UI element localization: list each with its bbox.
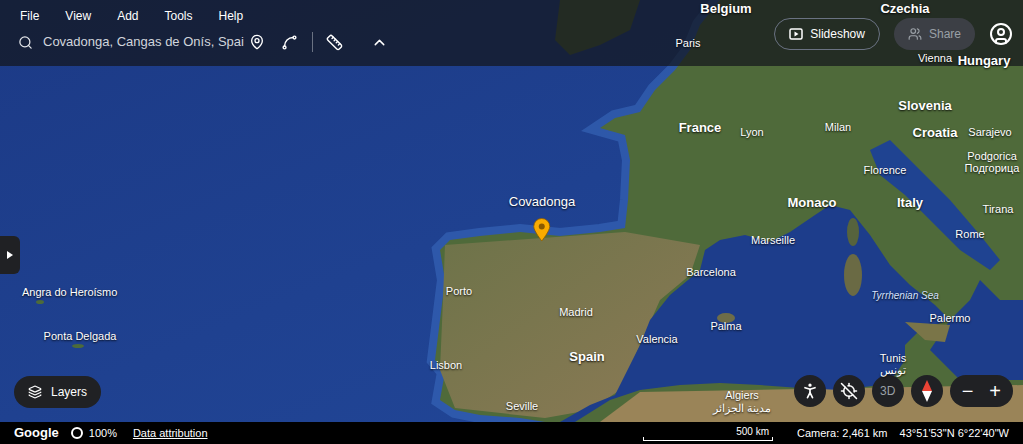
- share-button[interactable]: Share: [894, 18, 975, 50]
- menu-item[interactable]: Add: [117, 7, 138, 25]
- map-label[interactable]: Seville: [506, 400, 538, 412]
- street-view-button[interactable]: [794, 375, 826, 407]
- map-label[interactable]: Tirana: [983, 203, 1014, 215]
- google-earth-window: File View Add Tools Help Covadonga, Cangas de…: [0, 0, 1023, 444]
- expand-icon: [7, 251, 13, 259]
- map-label[interactable]: مدينة الجزائر: [713, 402, 771, 414]
- scale-line: [643, 437, 773, 441]
- zoom-control: −+: [950, 375, 1013, 407]
- map-label[interactable]: Croatia: [913, 126, 958, 140]
- scale-bar: 500 km: [643, 426, 773, 441]
- pegman-icon: [800, 381, 820, 401]
- slideshow-button[interactable]: Slideshow: [774, 18, 880, 50]
- map-label[interactable]: Spain: [569, 350, 604, 364]
- map-controls: 3D −+: [794, 375, 1013, 407]
- loading-icon: [71, 427, 83, 439]
- 3d-button[interactable]: 3D: [872, 375, 904, 407]
- menu-item[interactable]: Help: [219, 7, 244, 25]
- map-label[interactable]: Podgorica: [967, 150, 1017, 162]
- map-view[interactable]: File View Add Tools Help Covadonga, Cangas de…: [0, 0, 1023, 422]
- map-label[interactable]: Slovenia: [898, 99, 951, 113]
- location-off-icon: [840, 382, 858, 400]
- placemark-pin-icon[interactable]: [533, 218, 551, 242]
- share-icon: [908, 27, 922, 41]
- sidebar-toggle[interactable]: [0, 236, 20, 274]
- map-label[interactable]: Tyrrhenian Sea: [871, 290, 939, 301]
- map-label[interactable]: Valencia: [636, 333, 677, 345]
- map-label[interactable]: Florence: [864, 164, 907, 176]
- map-label[interactable]: Tunis: [880, 352, 907, 364]
- layers-button[interactable]: Layers: [14, 376, 101, 408]
- map-label[interactable]: Madrid: [559, 306, 593, 318]
- map-label[interactable]: Barcelona: [686, 266, 736, 278]
- map-label[interactable]: Rome: [955, 228, 984, 240]
- zoom-level: 100%: [89, 425, 117, 442]
- map-label[interactable]: Algiers: [725, 389, 759, 401]
- toolbar-divider: [312, 32, 313, 52]
- data-attribution-link[interactable]: Data attribution: [133, 425, 208, 442]
- map-label[interactable]: Подгорица: [965, 162, 1020, 174]
- map-label[interactable]: Sarajevo: [968, 126, 1011, 138]
- map-label[interactable]: Lisbon: [430, 359, 462, 371]
- map-label[interactable]: تونس: [880, 364, 906, 376]
- top-toolbar: File View Add Tools Help Covadonga, Cangas de…: [0, 0, 1023, 66]
- map-label[interactable]: Monaco: [787, 196, 836, 210]
- status-bar: Google 100% Data attribution 500 km Camera: …: [0, 422, 1023, 444]
- map-label[interactable]: Italy: [897, 196, 923, 210]
- map-label[interactable]: Ponta Delgada: [44, 330, 117, 342]
- map-label[interactable]: Milan: [825, 121, 851, 133]
- compass-icon: [922, 380, 932, 402]
- search-field[interactable]: Covadonga, Cangas de Onís, Spai: [43, 32, 243, 52]
- toolbar-right: Slideshow Share: [774, 18, 1013, 50]
- menu-item[interactable]: File: [20, 7, 39, 25]
- zoom-out-button[interactable]: −: [962, 381, 974, 401]
- map-label[interactable]: Porto: [446, 285, 472, 297]
- map-label[interactable]: Lyon: [740, 126, 763, 138]
- menu-item[interactable]: View: [65, 7, 91, 25]
- map-label[interactable]: Marseille: [751, 234, 795, 246]
- path-icon[interactable]: [281, 34, 298, 51]
- placemark-label[interactable]: Covadonga: [509, 192, 576, 212]
- map-label[interactable]: France: [679, 121, 722, 135]
- my-location-button[interactable]: [833, 375, 865, 407]
- placemark-icon[interactable]: [249, 34, 265, 50]
- account-icon[interactable]: [989, 22, 1013, 46]
- menu-item[interactable]: Tools: [165, 7, 193, 25]
- scale-label: 500 km: [736, 426, 773, 437]
- compass-button[interactable]: [911, 375, 943, 407]
- map-label[interactable]: Angra do Heroísmo: [22, 286, 92, 298]
- zoom-in-button[interactable]: +: [989, 381, 1001, 401]
- coordinates: 43°51'53"N 6°22'40"W: [900, 425, 1009, 442]
- map-label[interactable]: Palma: [710, 320, 741, 332]
- slideshow-icon: [789, 28, 803, 40]
- ruler-icon[interactable]: [326, 34, 343, 51]
- google-logo: Google: [14, 423, 59, 443]
- camera-altitude: Camera: 2,461 km: [797, 425, 887, 442]
- placemark[interactable]: Covadonga: [509, 192, 576, 242]
- search-icon: [18, 35, 33, 50]
- collapse-icon[interactable]: [371, 34, 388, 51]
- map-label[interactable]: Palermo: [930, 312, 971, 324]
- layers-icon: [28, 385, 42, 399]
